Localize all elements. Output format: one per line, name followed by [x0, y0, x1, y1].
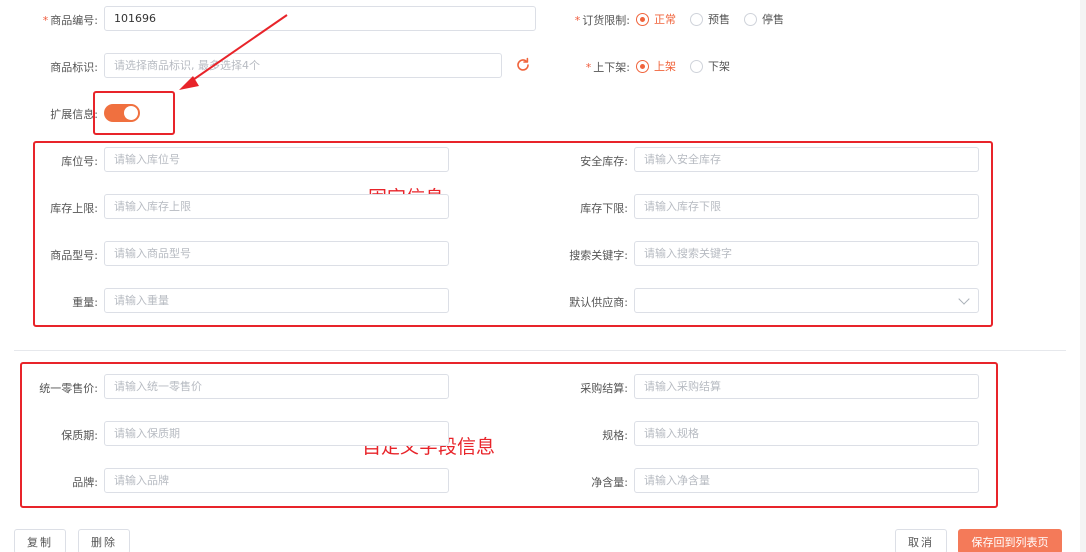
weight-input[interactable] — [104, 288, 449, 313]
shelf-off-radio[interactable]: 下架 — [690, 58, 730, 74]
keyword-input[interactable] — [634, 241, 979, 266]
fixed-label-safety-stock: 安全库存: — [580, 155, 628, 168]
shelf-life-input[interactable] — [104, 421, 449, 446]
extend-info-label: 扩展信息: — [50, 108, 98, 121]
custom-label-purchase: 采购结算: — [580, 382, 628, 395]
shelf-radio-group: 上架 下架 — [636, 56, 744, 76]
product-tag-select[interactable] — [104, 53, 502, 78]
order-limit-normal-radio[interactable]: 正常 — [636, 11, 676, 27]
purchase-input[interactable] — [634, 374, 979, 399]
refresh-icon[interactable] — [515, 57, 531, 73]
order-limit-label: * 订货限制: — [574, 14, 630, 27]
product-code-label: * 商品编号: — [42, 14, 98, 27]
section-divider — [14, 350, 1066, 351]
model-input[interactable] — [104, 241, 449, 266]
product-tag-label: 商品标识: — [50, 61, 98, 74]
delete-button[interactable]: 删除 — [78, 529, 130, 552]
switch-highlight-box — [93, 91, 175, 135]
stock-max-input[interactable] — [104, 194, 449, 219]
custom-label-shelf-life: 保质期: — [61, 429, 98, 442]
cancel-button[interactable]: 取消 — [895, 529, 947, 552]
custom-label-spec: 规格: — [602, 429, 628, 442]
scrollbar[interactable] — [1080, 0, 1086, 552]
product-code-input[interactable] — [104, 6, 536, 31]
fixed-label-stock-min: 库存下限: — [580, 202, 628, 215]
fixed-label-location: 库位号: — [61, 155, 98, 168]
shelf-label: * 上下架: — [585, 61, 630, 74]
supplier-select[interactable] — [634, 288, 979, 313]
net-content-input[interactable] — [634, 468, 979, 493]
safety-stock-input[interactable] — [634, 147, 979, 172]
fixed-label-keyword: 搜索关键字: — [569, 249, 628, 262]
custom-label-retail-price: 统一零售价: — [39, 382, 98, 395]
fixed-label-stock-max: 库存上限: — [50, 202, 98, 215]
order-limit-stop-radio[interactable]: 停售 — [744, 11, 784, 27]
stock-min-input[interactable] — [634, 194, 979, 219]
fixed-label-weight: 重量: — [72, 296, 98, 309]
fixed-label-model: 商品型号: — [50, 249, 98, 262]
custom-label-net-content: 净含量: — [591, 476, 628, 489]
retail-price-input[interactable] — [104, 374, 449, 399]
order-limit-radio-group: 正常 预售 停售 — [636, 9, 798, 29]
copy-button[interactable]: 复制 — [14, 529, 66, 552]
brand-input[interactable] — [104, 468, 449, 493]
order-limit-presale-radio[interactable]: 预售 — [690, 11, 730, 27]
custom-label-brand: 品牌: — [72, 476, 98, 489]
annotation-arrow — [179, 14, 288, 90]
shelf-on-radio[interactable]: 上架 — [636, 58, 676, 74]
fixed-label-supplier: 默认供应商: — [569, 296, 628, 309]
save-return-button[interactable]: 保存回到列表页 — [958, 529, 1062, 552]
location-input[interactable] — [104, 147, 449, 172]
spec-input[interactable] — [634, 421, 979, 446]
